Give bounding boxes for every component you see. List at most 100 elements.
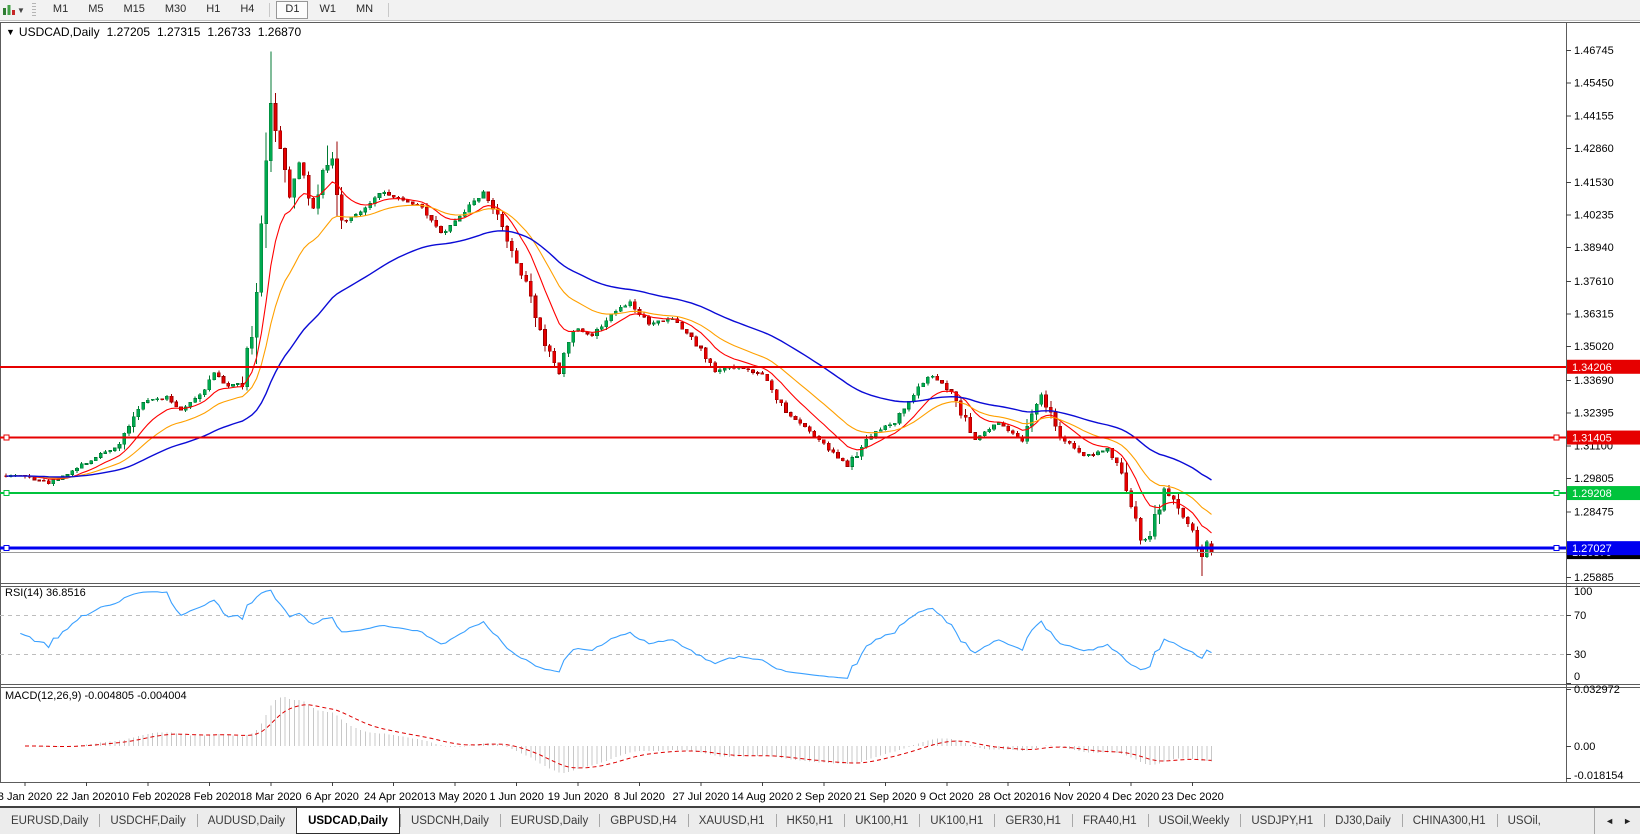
candle <box>203 390 206 395</box>
candle <box>90 461 93 464</box>
candle <box>137 409 140 417</box>
price-level-tag[interactable]: 1.29208 <box>1567 486 1640 500</box>
rsi-axis-label: 30 <box>1574 649 1586 661</box>
candle <box>350 217 353 220</box>
ohlc-low: 1.26733 <box>207 25 250 39</box>
candle <box>681 323 684 330</box>
candle <box>42 480 45 481</box>
candle <box>808 427 811 431</box>
chart-tab-DJ30-Daily[interactable]: DJ30,Daily <box>1324 808 1402 834</box>
candle <box>392 195 395 197</box>
candle <box>855 456 858 457</box>
timeframe-button-M30[interactable]: M30 <box>156 1 195 19</box>
line-selection-handle[interactable] <box>1554 546 1559 551</box>
candle <box>161 399 164 400</box>
chart-tab-UK100-H1[interactable]: UK100,H1 <box>919 808 994 834</box>
timeframe-button-W1[interactable]: W1 <box>310 1 345 19</box>
timeframe-button-M1[interactable]: M1 <box>44 1 77 19</box>
rsi-axis-label: 70 <box>1574 610 1586 622</box>
candle <box>789 413 792 417</box>
timeframe-button-D1[interactable]: D1 <box>276 1 308 19</box>
chart-tab-GBPUSD-H4[interactable]: GBPUSD,H4 <box>599 808 687 834</box>
pane-borders <box>0 22 1640 783</box>
candle <box>747 369 750 370</box>
candle <box>723 368 726 370</box>
collapse-triangle-icon[interactable]: ▼ <box>6 27 15 37</box>
candle <box>922 383 925 387</box>
chart-tab-USDJPY-H1[interactable]: USDJPY,H1 <box>1240 808 1324 834</box>
candle <box>123 433 126 444</box>
line-selection-handle[interactable] <box>4 491 9 496</box>
candle <box>1186 517 1189 524</box>
candle <box>666 319 669 321</box>
chart-tab-USDCAD-Daily[interactable]: USDCAD,Daily <box>296 808 400 834</box>
candle <box>846 461 849 467</box>
candle <box>477 198 480 201</box>
chart-tab-CHINA300-H1[interactable]: CHINA300,H1 <box>1402 808 1497 834</box>
chart-tab-UK100-H1[interactable]: UK100,H1 <box>844 808 919 834</box>
timeframe-button-H4[interactable]: H4 <box>231 1 263 19</box>
tab-scroll-right-icon[interactable]: ► <box>1623 817 1632 826</box>
candle <box>600 327 603 330</box>
chart-tool-icon[interactable] <box>2 4 16 17</box>
mt4-window: 1.467451.454501.441551.428601.415301.402… <box>0 0 1640 834</box>
price-level-tag[interactable]: 1.34206 <box>1567 360 1640 374</box>
chart-tab-GER30-H1[interactable]: GER30,H1 <box>994 808 1072 834</box>
candle <box>454 221 457 225</box>
chart-tab-EURUSD-Daily[interactable]: EURUSD,Daily <box>500 808 599 834</box>
price-level-tag[interactable]: 1.31405 <box>1567 431 1640 445</box>
candle <box>803 423 806 427</box>
date-label: 10 Feb 2020 <box>117 791 179 803</box>
candle <box>652 323 655 324</box>
chart-tab-HK50-H1[interactable]: HK50,H1 <box>776 808 845 834</box>
toolbar-grip[interactable] <box>32 3 36 17</box>
chart-tab-USOil-[interactable]: USOil, <box>1497 808 1552 834</box>
timeframe-button-H1[interactable]: H1 <box>197 1 229 19</box>
candle <box>690 333 693 337</box>
chart-tab-XAUUSD-H1[interactable]: XAUUSD,H1 <box>688 808 776 834</box>
candle <box>38 480 41 481</box>
candle <box>104 452 107 454</box>
line-selection-handle[interactable] <box>4 546 9 551</box>
price-level-tag[interactable]: 1.27027 <box>1567 541 1640 555</box>
candle <box>775 390 778 400</box>
candle <box>553 351 556 362</box>
candle <box>1011 431 1014 434</box>
date-label: 8 Jul 2020 <box>614 791 665 803</box>
date-axis: 3 Jan 202022 Jan 202010 Feb 202028 Feb 2… <box>0 782 1224 803</box>
line-selection-handle[interactable] <box>1554 435 1559 440</box>
candle <box>884 426 887 430</box>
line-selection-handle[interactable] <box>1554 491 1559 496</box>
chevron-down-icon[interactable]: ▼ <box>17 6 25 15</box>
timeframe-button-MN[interactable]: MN <box>347 1 382 19</box>
candle <box>709 359 712 363</box>
candle <box>983 432 986 436</box>
chart-tab-AUDUSD-Daily[interactable]: AUDUSD,Daily <box>197 808 296 834</box>
chart-tab-EURUSD-Daily[interactable]: EURUSD,Daily <box>0 808 99 834</box>
candle <box>1082 452 1085 456</box>
candle <box>695 337 698 346</box>
candle <box>198 395 201 399</box>
candle <box>969 417 972 432</box>
candle <box>1191 524 1194 530</box>
macd-axis-label: 0.032972 <box>1574 684 1620 696</box>
candle <box>1045 395 1048 407</box>
date-label: 19 Jun 2020 <box>548 791 609 803</box>
chart-tab-USOil-Weekly[interactable]: USOil,Weekly <box>1148 808 1241 834</box>
chart-tab-USDCNH-Daily[interactable]: USDCNH,Daily <box>400 808 500 834</box>
rsi-axis-label: 0 <box>1574 671 1580 683</box>
chart-tab-USDCHF-Daily[interactable]: USDCHF,Daily <box>99 808 196 834</box>
candle <box>482 192 485 198</box>
candle <box>704 348 707 359</box>
candle <box>851 457 854 466</box>
chart-tab-FRA40-H1[interactable]: FRA40,H1 <box>1072 808 1148 834</box>
timeframe-button-M5[interactable]: M5 <box>79 1 112 19</box>
tab-scroll-left-icon[interactable]: ◄ <box>1605 817 1614 826</box>
timeframe-button-M15[interactable]: M15 <box>114 1 153 19</box>
candle <box>827 443 830 450</box>
line-selection-handle[interactable] <box>4 435 9 440</box>
svg-text:1.29208: 1.29208 <box>1572 488 1612 500</box>
candle <box>662 321 665 322</box>
date-label: 2 Sep 2020 <box>796 791 852 803</box>
candle <box>71 471 74 475</box>
